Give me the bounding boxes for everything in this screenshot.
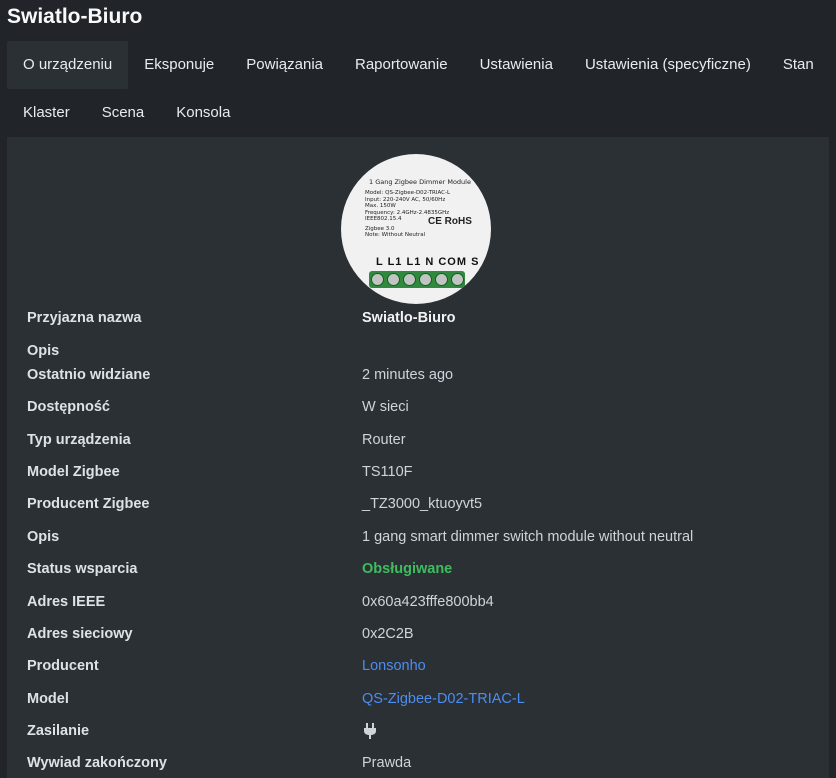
- prop-label-zigbee-model: Model Zigbee: [27, 464, 120, 480]
- prop-value-zigbee-model: TS110F: [362, 464, 413, 480]
- device-image-title: 1 Gang Zigbee Dimmer Module: [369, 178, 471, 186]
- prop-label-network-address: Adres sieciowy: [27, 626, 133, 642]
- tab-bar: O urządzeniu Eksponuje Powiązania Raport…: [7, 41, 830, 89]
- prop-label-interview-completed: Wywiad zakończony: [27, 755, 167, 771]
- screw-icon: [402, 273, 416, 286]
- prop-label-support-status: Status wsparcia: [27, 561, 138, 577]
- prop-value-availability: W sieci: [362, 399, 409, 415]
- prop-label-device-type: Typ urządzenia: [27, 432, 131, 448]
- terminal-block: [369, 271, 465, 288]
- prop-value-device-type: Router: [362, 432, 406, 448]
- tab-reporting[interactable]: Raportowanie: [339, 41, 464, 89]
- tab-exposes[interactable]: Eksponuje: [128, 41, 230, 89]
- prop-label-availability: Dostępność: [27, 399, 110, 415]
- prop-label-description-edit: Opis: [27, 343, 60, 359]
- prop-label-power-source: Zasilanie: [27, 723, 90, 739]
- prop-label-description: Opis: [27, 529, 60, 545]
- tab-bar-second-row: Klaster Scena Konsola: [7, 89, 246, 137]
- tab-clusters[interactable]: Klaster: [7, 89, 86, 137]
- plug-icon: [364, 723, 376, 739]
- screw-icon: [418, 273, 432, 286]
- prop-value-manufacturer-link[interactable]: Lonsonho: [362, 658, 426, 674]
- prop-value-friendly-name[interactable]: Swiatlo-Biuro: [362, 310, 455, 326]
- screw-icon: [370, 273, 384, 286]
- prop-label-model: Model: [27, 691, 69, 707]
- page-title: Swiatlo-Biuro: [7, 5, 143, 28]
- prop-label-last-seen: Ostatnio widziane: [27, 367, 151, 383]
- prop-value-support-status: Obsługiwane: [362, 561, 453, 577]
- tab-bindings[interactable]: Powiązania: [230, 41, 339, 89]
- prop-label-friendly-name: Przyjazna nazwa: [27, 310, 142, 326]
- prop-label-ieee-address: Adres IEEE: [27, 594, 106, 610]
- tab-settings[interactable]: Ustawienia: [464, 41, 569, 89]
- tab-console[interactable]: Konsola: [160, 89, 246, 137]
- device-image: 1 Gang Zigbee Dimmer Module Model: QS-Zi…: [341, 154, 491, 304]
- tab-state[interactable]: Stan: [767, 41, 830, 89]
- prop-value-zigbee-manufacturer: _TZ3000_ktuoyvt5: [362, 496, 483, 512]
- tab-scene[interactable]: Scena: [86, 89, 161, 137]
- prop-value-interview-completed: Prawda: [362, 755, 412, 771]
- tab-settings-specific[interactable]: Ustawienia (specyficzne): [569, 41, 767, 89]
- prop-value-last-seen: 2 minutes ago: [362, 367, 454, 383]
- prop-value-network-address: 0x2C2B: [362, 626, 414, 642]
- tab-about[interactable]: O urządzeniu: [7, 41, 129, 89]
- prop-value-ieee-address: 0x60a423fffe800bb4: [362, 594, 494, 610]
- prop-label-manufacturer: Producent: [27, 658, 99, 674]
- prop-label-zigbee-manufacturer: Producent Zigbee: [27, 496, 150, 512]
- device-image-terminals: L L1 L1 N COM S: [376, 256, 480, 268]
- device-image-marks: CE RoHS: [428, 216, 472, 227]
- prop-value-model-link[interactable]: QS-Zigbee-D02-TRIAC-L: [362, 691, 525, 707]
- device-image-spec: Note: Without Neutral: [365, 232, 426, 238]
- prop-value-description: 1 gang smart dimmer switch module withou…: [362, 529, 694, 545]
- device-info-panel: 1 Gang Zigbee Dimmer Module Model: QS-Zi…: [7, 137, 829, 778]
- screw-icon: [450, 273, 464, 286]
- screw-icon: [386, 273, 400, 286]
- screw-icon: [434, 273, 448, 286]
